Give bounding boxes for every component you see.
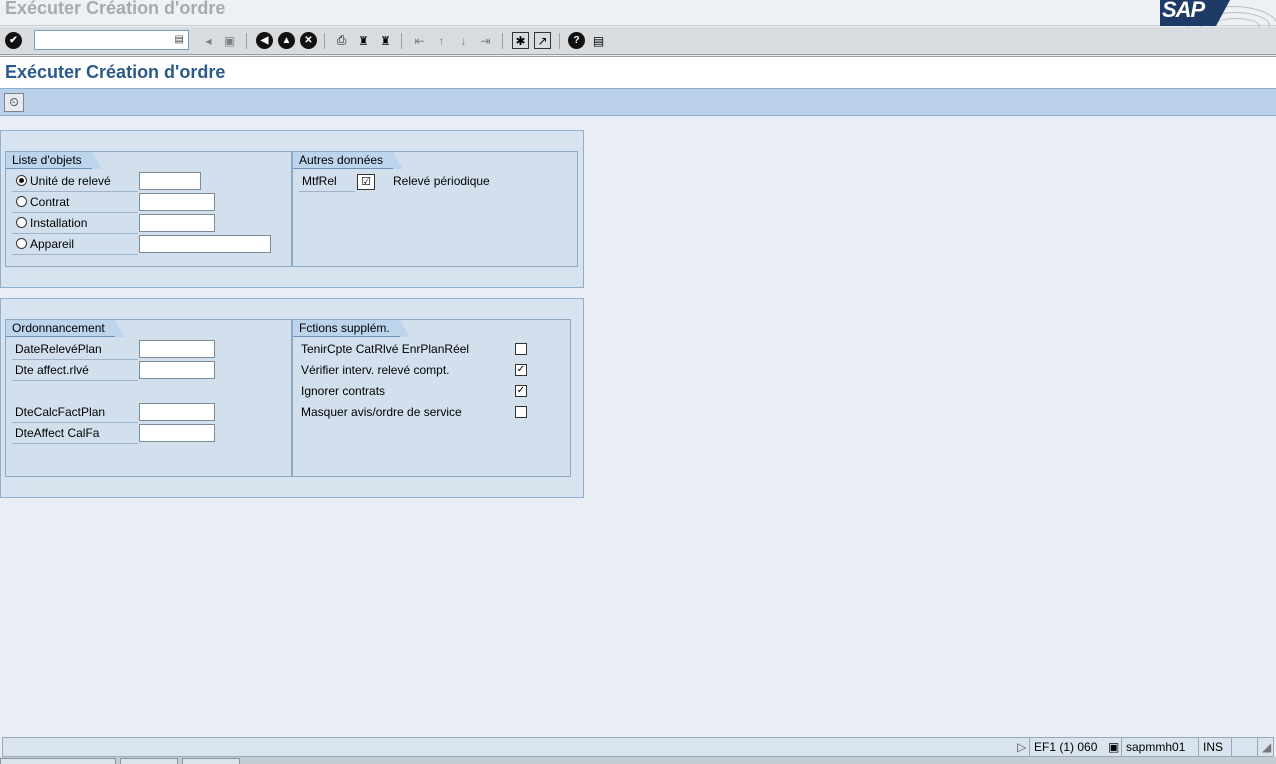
ignore-contracts-checkbox[interactable]: ✓	[515, 385, 527, 397]
field-label: DteCalcFactPlan	[15, 405, 106, 419]
taskbar-button[interactable]	[182, 758, 240, 764]
selection-block-2: Ordonnancement DateRelevéPlan Dte affect…	[0, 298, 584, 498]
scheduling-title: Ordonnancement	[6, 320, 125, 337]
reading-reason-label: MtfRel	[302, 174, 337, 188]
server-name: sapmmh01	[1121, 738, 1185, 756]
extra-function-row: Ignorer contrats ✓	[299, 381, 565, 401]
object-list-title: Liste d'objets	[6, 152, 102, 169]
main-content: Liste d'objets Unité de relevé Contrat I…	[0, 117, 1276, 737]
taskbar-button[interactable]	[120, 758, 178, 764]
option-label: Contrat	[30, 195, 70, 209]
option-row-installation: Installation	[12, 213, 288, 234]
object-list-frame: Liste d'objets Unité de relevé Contrat I…	[5, 151, 292, 267]
extra-function-label: Vérifier interv. relevé compt.	[301, 363, 450, 377]
cancel-icon[interactable]: ✕	[300, 32, 317, 49]
find-icon[interactable]: ♜	[355, 32, 372, 49]
standard-toolbar: ✔ ▤ ◂ ▣ ◀ ▲ ✕ ⎙ ♜ ♜ ⇤ ↑ ↓ ⇥ ✱ ↗ ? ▤	[0, 27, 1276, 55]
installation-input[interactable]	[139, 214, 215, 232]
hide-service-notification-checkbox[interactable]	[515, 406, 527, 418]
print-icon[interactable]: ⎙	[333, 32, 350, 49]
planned-billing-date-row: DteCalcFactPlan	[12, 402, 288, 423]
reading-unit-input[interactable]	[139, 172, 201, 190]
planned-billing-date-input[interactable]	[139, 403, 215, 421]
option-label: Unité de relevé	[30, 174, 111, 188]
field-label: DteAffect CalFa	[15, 426, 100, 440]
last-page-icon[interactable]: ⇥	[477, 32, 494, 49]
layout-menu-icon[interactable]: ▤	[590, 32, 607, 49]
extra-function-row: Vérifier interv. relevé compt. ✓	[299, 360, 565, 380]
option-row-contract: Contrat	[12, 192, 288, 213]
first-page-icon[interactable]: ⇤	[411, 32, 428, 49]
find-next-icon[interactable]: ♜	[377, 32, 394, 49]
taskbar-button[interactable]	[0, 758, 116, 764]
option-label: Installation	[30, 216, 88, 230]
planned-reading-date-input[interactable]	[139, 340, 215, 358]
billing-allocation-date-input[interactable]	[139, 424, 215, 442]
reading-reason-row: MtfRel ☑ Relevé périodique	[299, 171, 569, 192]
exit-icon[interactable]: ▲	[278, 32, 295, 49]
window-title: Exécuter Création d'ordre	[5, 0, 226, 18]
option-row-reading-unit: Unité de relevé	[12, 171, 288, 192]
field-label: DateRelevéPlan	[15, 342, 102, 356]
sap-logo: SAP	[1160, 0, 1230, 26]
system-info-list-icon[interactable]: ▣	[1104, 738, 1119, 756]
taskbar	[0, 757, 1276, 764]
page-header: Exécuter Création d'ordre	[0, 56, 1276, 88]
selection-block-1: Liste d'objets Unité de relevé Contrat I…	[0, 130, 584, 288]
system-info: EF1 (1) 060	[1029, 738, 1097, 756]
generate-shortcut-icon[interactable]: ↗	[534, 32, 551, 49]
system-info-text: EF1 (1) 060	[1034, 740, 1098, 754]
contract-input[interactable]	[139, 193, 215, 211]
extra-function-label: Masquer avis/ordre de service	[301, 405, 462, 419]
radio-contract[interactable]	[16, 196, 27, 207]
billing-allocation-date-row: DteAffect CalFa	[12, 423, 288, 444]
planned-reading-date-row: DateRelevéPlan	[12, 339, 288, 360]
status-expand-icon[interactable]: ▷	[1013, 738, 1026, 756]
device-input[interactable]	[139, 235, 271, 253]
reading-reason-text: Relevé périodique	[393, 174, 490, 188]
help-icon[interactable]: ?	[568, 32, 585, 49]
previous-page-icon[interactable]: ↑	[433, 32, 450, 49]
extra-function-row: Masquer avis/ordre de service	[299, 402, 565, 422]
status-bar: ▷ EF1 (1) 060 ▣ sapmmh01 INS ◢	[2, 737, 1274, 757]
check-reading-interval-checkbox[interactable]: ✓	[515, 364, 527, 376]
radio-reading-unit[interactable]	[16, 175, 27, 186]
execute-button[interactable]: ⏲	[4, 93, 24, 112]
save-icon[interactable]: ▣	[221, 32, 238, 49]
other-data-frame: Autres données MtfRel ☑ Relevé périodiqu…	[292, 151, 578, 267]
scheduling-frame: Ordonnancement DateRelevéPlan Dte affect…	[5, 319, 292, 477]
status-spacer	[1231, 738, 1257, 756]
extra-function-row: TenirCpte CatRlvé EnrPlanRéel	[299, 339, 565, 359]
create-session-icon[interactable]: ✱	[512, 32, 529, 49]
window-title-bar: Exécuter Création d'ordre SAP	[0, 0, 1276, 46]
consider-reading-category-checkbox[interactable]	[515, 343, 527, 355]
next-page-icon[interactable]: ↓	[455, 32, 472, 49]
command-dropdown-icon[interactable]: ▤	[175, 34, 184, 45]
option-label: Appareil	[30, 237, 75, 251]
radio-installation[interactable]	[16, 217, 27, 228]
field-label: Dte affect.rlvé	[15, 363, 89, 377]
resize-grip-icon[interactable]: ◢	[1257, 738, 1273, 756]
extra-function-label: Ignorer contrats	[301, 384, 386, 398]
command-field[interactable]: ▤	[34, 30, 189, 50]
other-data-title: Autres données	[293, 152, 404, 169]
application-toolbar: ⏲	[0, 88, 1276, 116]
collapse-arrow-icon[interactable]: ◂	[200, 32, 217, 49]
extra-function-label: TenirCpte CatRlvé EnrPlanRéel	[301, 342, 470, 356]
radio-device[interactable]	[16, 238, 27, 249]
reading-reason-checkbox[interactable]: ☑	[357, 174, 375, 190]
extra-functions-frame: Fctions supplém. TenirCpte CatRlvé EnrPl…	[292, 319, 571, 477]
execute-clock-icon: ⏲	[9, 95, 19, 109]
extra-functions-title: Fctions supplém.	[293, 320, 410, 337]
reading-allocation-date-row: Dte affect.rlvé	[12, 360, 288, 381]
input-mode[interactable]: INS	[1198, 738, 1223, 756]
enter-icon[interactable]: ✔	[5, 32, 22, 49]
reading-allocation-date-input[interactable]	[139, 361, 215, 379]
back-icon[interactable]: ◀	[256, 32, 273, 49]
option-row-device: Appareil	[12, 234, 288, 255]
page-title: Exécuter Création d'ordre	[5, 62, 226, 82]
